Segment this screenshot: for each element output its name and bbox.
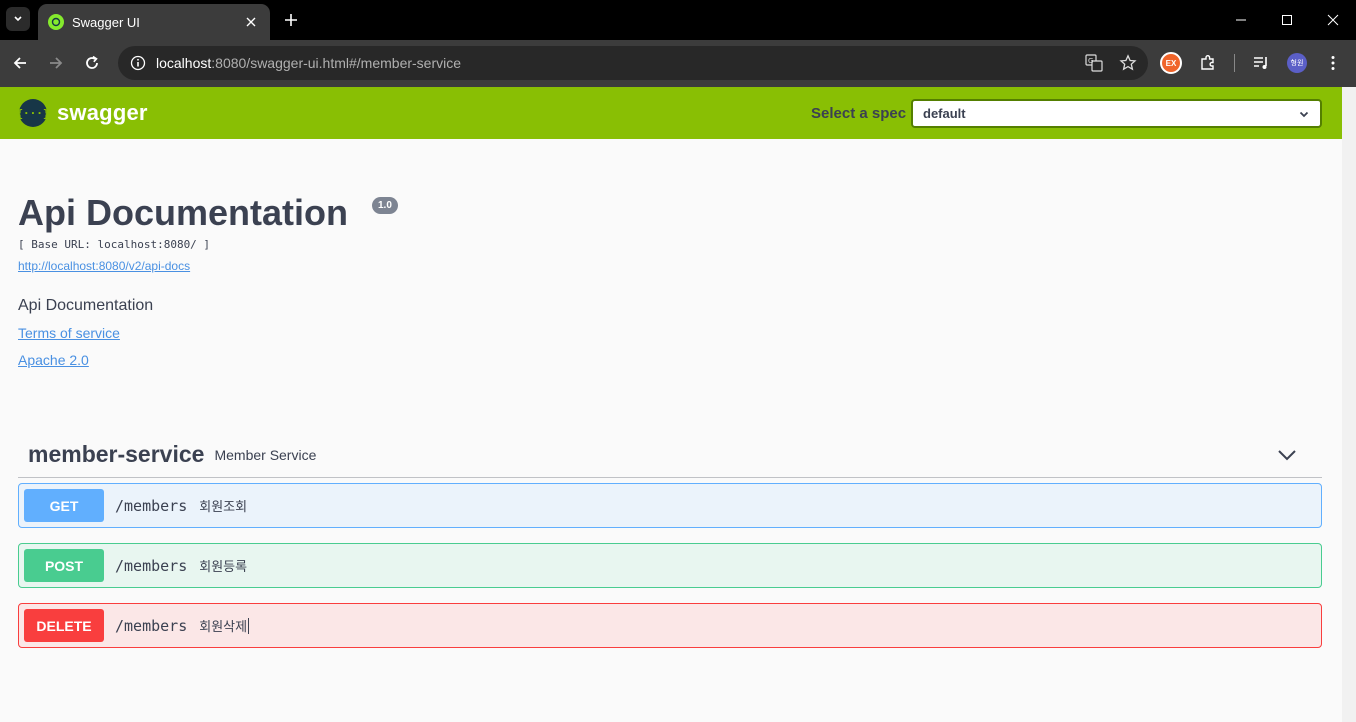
new-tab-icon[interactable]: [280, 9, 302, 31]
operation-path: /members: [115, 496, 188, 515]
close-window-icon[interactable]: [1310, 0, 1356, 40]
terms-of-service-link[interactable]: Terms of service: [18, 325, 120, 341]
api-docs-link[interactable]: http://localhost:8080/v2/api-docs: [18, 259, 190, 273]
text-cursor: [248, 617, 250, 634]
method-badge-delete: DELETE: [24, 609, 104, 642]
profile-avatar[interactable]: 형원: [1287, 53, 1307, 73]
tag-description: Member Service: [214, 446, 317, 463]
reload-icon[interactable]: [80, 51, 104, 75]
operation-summary: 회원조회: [199, 499, 248, 514]
browser-tab-bar: Swagger UI: [0, 0, 1356, 40]
page-scrollbar[interactable]: [1342, 87, 1356, 722]
menu-kebab-icon[interactable]: [1321, 51, 1345, 75]
translate-icon[interactable]: G: [1084, 53, 1104, 73]
svg-text:G: G: [1088, 57, 1093, 65]
puzzle-extensions-icon[interactable]: [1196, 51, 1220, 75]
method-badge-post: POST: [24, 549, 104, 582]
site-info-icon[interactable]: [128, 53, 148, 73]
api-title: Api Documentation: [18, 192, 348, 233]
chevron-down-icon: [1299, 111, 1309, 117]
operation-post-members[interactable]: POST /members 회원등록: [18, 543, 1322, 588]
select-spec-label: Select a spec: [811, 105, 907, 122]
tab-title: Swagger UI: [72, 14, 140, 30]
operation-summary: 회원삭제: [199, 619, 248, 634]
operation-path: /members: [115, 556, 188, 575]
back-arrow-icon[interactable]: [8, 51, 32, 75]
operation-summary: 회원등록: [199, 559, 248, 574]
tag-name: member-service: [28, 441, 205, 467]
chevron-down-icon[interactable]: [1276, 444, 1298, 466]
url-text: localhost:8080/swagger-ui.html#/member-s…: [156, 55, 462, 71]
forward-arrow-icon[interactable]: [44, 51, 68, 75]
swagger-logo[interactable]: {···} swagger: [16, 99, 148, 127]
operation-delete-members[interactable]: DELETE /members 회원삭제: [18, 603, 1322, 648]
api-description: Api Documentation: [18, 297, 154, 314]
address-bar[interactable]: localhost:8080/swagger-ui.html#/member-s…: [118, 46, 1148, 80]
chevron-down-icon: [14, 16, 22, 22]
tab-search-button[interactable]: [6, 7, 30, 31]
media-controls-icon[interactable]: [1249, 51, 1273, 75]
spec-select-value: default: [923, 106, 966, 121]
license-link[interactable]: Apache 2.0: [18, 352, 89, 368]
browser-toolbar: localhost:8080/swagger-ui.html#/member-s…: [0, 40, 1356, 87]
toolbar-separator: [1234, 54, 1235, 72]
maximize-icon[interactable]: [1264, 0, 1310, 40]
close-tab-icon[interactable]: [242, 13, 260, 31]
swagger-topbar: {···} swagger Select a spec default: [0, 87, 1342, 139]
spec-select[interactable]: default: [911, 99, 1322, 128]
method-badge-get: GET: [24, 489, 104, 522]
base-url: [ Base URL: localhost:8080/ ]: [18, 238, 211, 251]
operation-path: /members: [115, 616, 188, 635]
browser-tab-active[interactable]: Swagger UI: [38, 4, 270, 40]
extensions-area: EX 형원: [1160, 51, 1345, 75]
swagger-favicon-icon: [48, 14, 64, 30]
tag-header-member-service[interactable]: member-service Member Service: [18, 432, 1322, 478]
operation-get-members[interactable]: GET /members 회원조회: [18, 483, 1322, 528]
extension-badge-icon[interactable]: EX: [1160, 52, 1182, 74]
swagger-logo-text: swagger: [57, 100, 148, 125]
swagger-logo-icon: {···}: [16, 99, 50, 127]
version-badge: 1.0: [372, 197, 398, 214]
window-controls: [1218, 0, 1356, 40]
minimize-icon[interactable]: [1218, 0, 1264, 40]
bookmark-star-icon[interactable]: [1118, 53, 1138, 73]
